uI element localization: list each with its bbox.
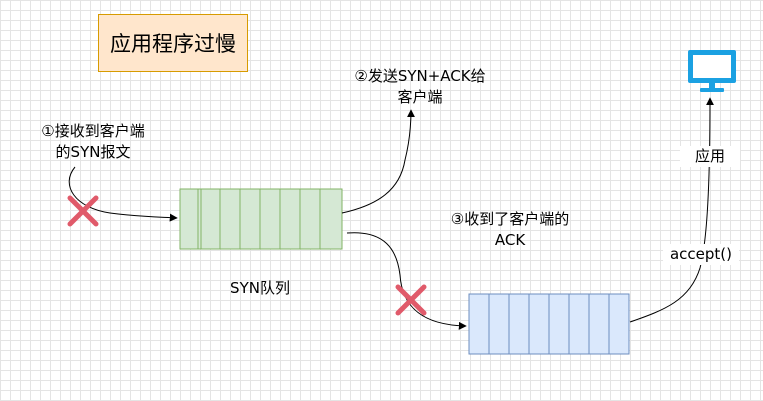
x-mark-icon bbox=[67, 195, 99, 227]
title-box: 应用程序过慢 bbox=[98, 14, 248, 72]
monitor-icon bbox=[688, 50, 736, 92]
step2-label-line2: 客户端 bbox=[397, 88, 443, 106]
step2-label-line1: ②发送SYN+ACK给 bbox=[354, 67, 486, 85]
step1-label: ①接收到客户端 的SYN报文 bbox=[18, 121, 168, 163]
app-label: 应用 bbox=[680, 146, 740, 167]
step3-label-line2: ACK bbox=[494, 231, 526, 249]
syn-queue-label: SYN队列 bbox=[230, 279, 290, 297]
accept-label: accept() bbox=[663, 244, 739, 265]
step1-label-line1: ①接收到客户端 bbox=[41, 122, 145, 140]
arrow-accept-to-app bbox=[629, 97, 714, 323]
arrow-syn-ack-out bbox=[341, 109, 415, 214]
syn-queue bbox=[179, 188, 343, 250]
accept-queue bbox=[468, 293, 630, 355]
x-mark-icon bbox=[395, 284, 427, 316]
step3-label-line1: ③收到了客户端的 bbox=[450, 210, 570, 228]
step3-label: ③收到了客户端的 ACK bbox=[440, 209, 580, 251]
step1-label-line2: 的SYN报文 bbox=[55, 143, 131, 161]
step2-label: ②发送SYN+ACK给 客户端 bbox=[330, 66, 510, 108]
